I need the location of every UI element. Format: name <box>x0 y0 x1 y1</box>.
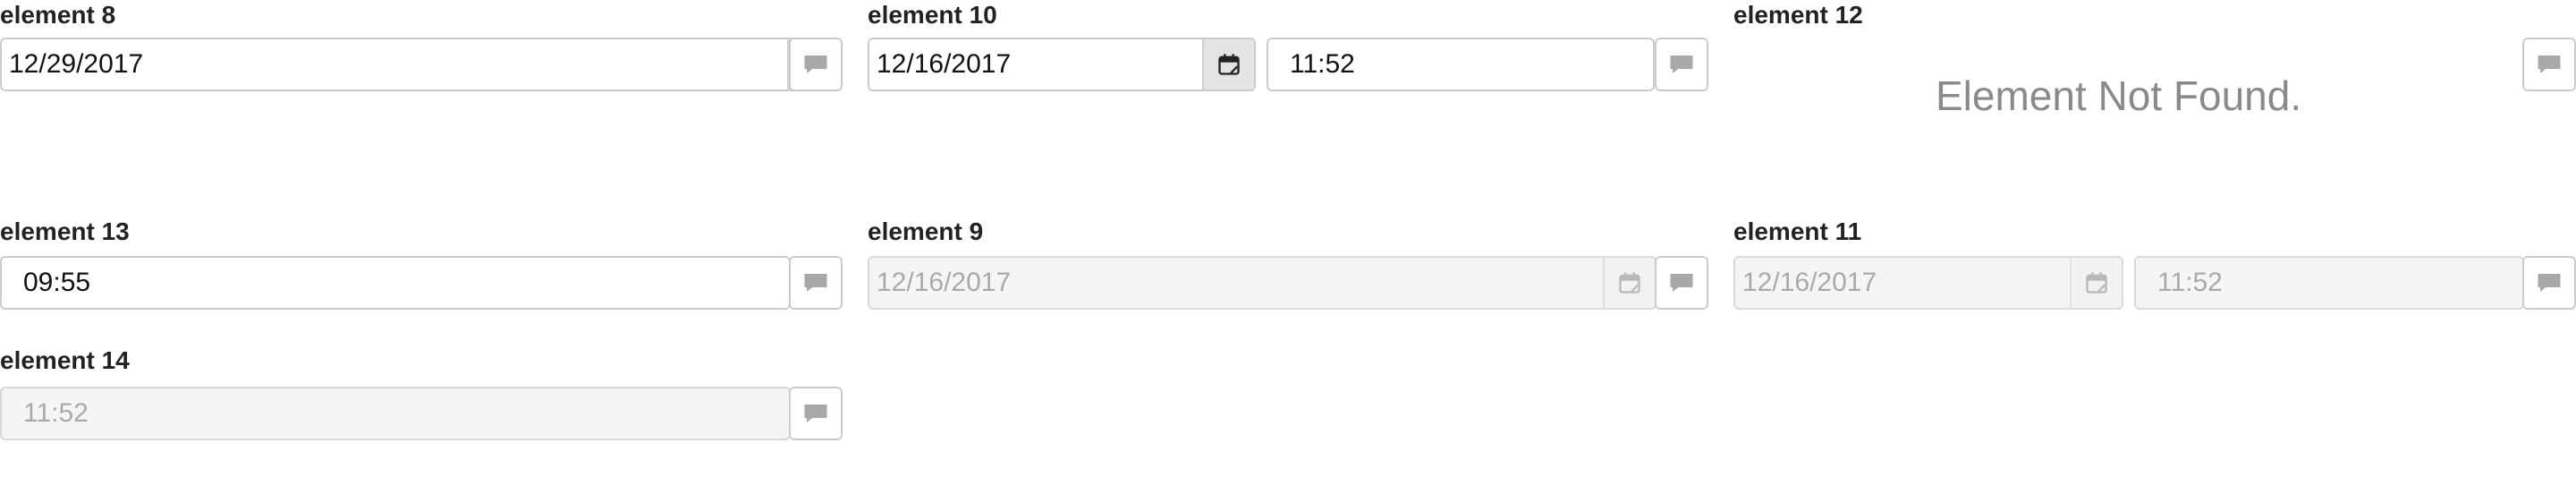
element-12-label: element 12 <box>1733 1 1863 29</box>
element-8-date-value: 12/29/2017 <box>9 49 144 79</box>
element-10-calendar-button[interactable] <box>1202 39 1254 90</box>
element-14-time-input: 11:52 <box>0 387 791 440</box>
element-14-comment-button[interactable] <box>789 387 843 440</box>
element-10-date-input[interactable]: 12/16/2017 <box>868 38 1256 91</box>
element-14-time-value: 11:52 <box>23 398 89 428</box>
element-12-comment-button[interactable] <box>2522 38 2576 91</box>
comment-icon <box>2538 55 2561 73</box>
element-8-comment-button[interactable] <box>789 38 843 91</box>
element-11-label: element 11 <box>1733 217 1862 245</box>
element-11-time-value: 11:52 <box>2157 268 2223 297</box>
element-11-comment-button[interactable] <box>2522 256 2576 310</box>
comment-icon <box>804 405 827 422</box>
comment-icon <box>2538 274 2561 292</box>
calendar-icon <box>1619 272 1640 294</box>
element-11-date-input: 12/16/2017 <box>1733 256 2123 310</box>
element-9-date-value: 12/16/2017 <box>877 268 1012 297</box>
element-13-label: element 13 <box>0 217 130 245</box>
calendar-icon <box>2086 272 2107 294</box>
element-9-label: element 9 <box>868 217 984 245</box>
comment-icon <box>804 55 827 73</box>
comment-icon <box>1670 55 1693 73</box>
element-8-date-input[interactable]: 12/29/2017 <box>0 38 841 91</box>
element-9-date-input: 12/16/2017 <box>868 256 1657 310</box>
element-13-comment-button[interactable] <box>789 256 843 310</box>
element-10-date-value: 12/16/2017 <box>877 49 1012 79</box>
element-11-time-input: 11:52 <box>2134 256 2524 310</box>
element-9-comment-button[interactable] <box>1655 256 1708 310</box>
element-14-label: element 14 <box>0 346 130 374</box>
element-12-not-found-message: Element Not Found. <box>1936 72 2302 119</box>
comment-icon <box>804 274 827 292</box>
calendar-icon <box>1218 54 1240 75</box>
element-9-calendar-button <box>1603 258 1655 308</box>
element-13-time-value: 09:55 <box>23 268 91 297</box>
element-10-label: element 10 <box>868 1 997 29</box>
comment-icon <box>1670 274 1693 292</box>
element-13-time-input[interactable]: 09:55 <box>0 256 791 310</box>
element-10-comment-button[interactable] <box>1655 38 1708 91</box>
element-11-calendar-button <box>2070 258 2122 308</box>
element-11-date-value: 12/16/2017 <box>1742 268 1877 297</box>
element-10-time-value: 11:52 <box>1290 49 1355 79</box>
element-8-label: element 8 <box>0 1 116 29</box>
element-10-time-input[interactable]: 11:52 <box>1267 38 1655 91</box>
